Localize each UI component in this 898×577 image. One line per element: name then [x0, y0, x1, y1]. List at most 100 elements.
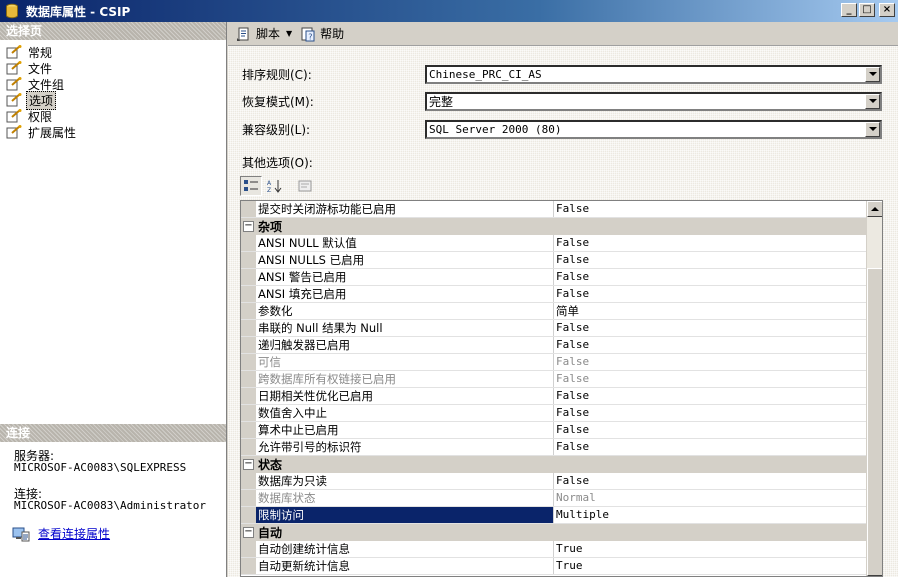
property-row[interactable]: 串联的 Null 结果为 Null False	[241, 320, 882, 337]
property-value: False	[556, 372, 590, 385]
server-value: MICROSOF-AC0083\SQLEXPRESS	[14, 461, 187, 474]
collapse-icon[interactable]: −	[243, 458, 254, 470]
property-name: 自动创建统计信息	[256, 541, 554, 557]
property-value[interactable]: True	[554, 558, 882, 574]
page-item-files[interactable]: 文件	[0, 60, 226, 76]
property-value[interactable]: False	[554, 388, 882, 404]
property-row[interactable]: ANSI NULLS 已启用 False	[241, 252, 882, 269]
connection-section: 连接 服务器: MICROSOF-AC0083\SQLEXPRESS 连接: M…	[0, 424, 226, 577]
svg-text:Z: Z	[267, 187, 271, 193]
compat-row: 兼容级别(L): SQL Server 2000 (80)	[242, 119, 882, 139]
property-name: 参数化	[256, 303, 554, 319]
scrollbar-thumb[interactable]	[867, 268, 882, 576]
chevron-down-icon	[868, 127, 877, 131]
svg-text:A: A	[267, 180, 272, 187]
property-value[interactable]: True	[554, 541, 882, 557]
minimize-button[interactable]: _	[841, 3, 857, 17]
property-pages-icon	[298, 180, 312, 192]
property-row[interactable]: ANSI 填充已启用 False	[241, 286, 882, 303]
compat-combo[interactable]: SQL Server 2000 (80)	[425, 119, 882, 139]
property-value[interactable]: False	[554, 235, 882, 251]
title-bar[interactable]: 数据库属性 - CSIP _ □ ×	[0, 0, 898, 22]
collation-label: 排序规则(C):	[242, 67, 312, 82]
page-icon	[6, 125, 22, 139]
script-label: 脚本	[256, 27, 281, 41]
categorized-button[interactable]	[240, 176, 262, 196]
recovery-row: 恢复模式(M): 完整	[242, 91, 882, 111]
window-title: 数据库属性 - CSIP	[26, 4, 131, 19]
property-row[interactable]: 数据库为只读 False	[241, 473, 882, 490]
options-property-grid: 提交时关闭游标功能已启用 False − 杂项 ANSI NULL 默认值 Fal…	[240, 200, 883, 577]
chevron-down-icon[interactable]: ▼	[286, 29, 292, 38]
property-value[interactable]: False	[554, 473, 882, 489]
category-auto[interactable]: − 自动	[241, 524, 882, 541]
property-value[interactable]: False	[554, 337, 882, 353]
recovery-value: 完整	[429, 94, 454, 109]
collapse-icon[interactable]: −	[243, 220, 254, 232]
alphabetical-button[interactable]: A Z	[264, 176, 286, 196]
property-value-dropdown[interactable]: Multiple	[554, 507, 882, 523]
property-row[interactable]: 自动更新统计信息 True	[241, 558, 882, 575]
property-value[interactable]: False	[554, 252, 882, 268]
help-icon: ?	[301, 27, 315, 41]
property-row[interactable]: 递归触发器已启用 False	[241, 337, 882, 354]
connection-link-label[interactable]: 查看连接属性	[38, 528, 110, 540]
page-item-options[interactable]: 选项	[0, 90, 226, 110]
maximize-button[interactable]: □	[859, 3, 875, 17]
close-button[interactable]: ×	[879, 3, 895, 17]
property-value[interactable]: False	[554, 405, 882, 421]
collation-dropdown-button[interactable]	[865, 66, 880, 82]
collation-row: 排序规则(C): Chinese_PRC_CI_AS	[242, 64, 882, 84]
property-row[interactable]: ANSI NULL 默认值 False	[241, 235, 882, 252]
property-value: Normal	[556, 491, 596, 504]
property-value[interactable]: False	[554, 439, 882, 455]
property-row-selected[interactable]: 限制访问 Multiple	[241, 507, 882, 524]
page-icon	[6, 61, 22, 75]
collapse-icon[interactable]: −	[243, 526, 254, 538]
property-row[interactable]: 日期相关性优化已启用 False	[241, 388, 882, 405]
help-button[interactable]: ? 帮助	[296, 24, 348, 44]
recovery-combo[interactable]: 完整	[425, 91, 882, 111]
category-label: 自动	[258, 525, 283, 540]
property-row[interactable]: 允许带引号的标识符 False	[241, 439, 882, 456]
property-name: 算术中止已启用	[256, 422, 554, 438]
page-item-general[interactable]: 常规	[0, 44, 226, 60]
connection-properties-icon	[12, 527, 30, 542]
property-value[interactable]: False	[554, 201, 882, 217]
vertical-scrollbar[interactable]	[866, 201, 882, 576]
database-icon	[6, 3, 18, 19]
property-row[interactable]: 算术中止已启用 False	[241, 422, 882, 439]
categorized-icon	[244, 180, 258, 191]
page-item-label: 权限	[28, 109, 53, 124]
property-row[interactable]: ANSI 警告已启用 False	[241, 269, 882, 286]
property-value[interactable]: 简单	[554, 303, 882, 319]
property-value[interactable]: False	[554, 320, 882, 336]
view-connection-properties-link[interactable]: 查看连接属性	[12, 526, 226, 542]
page-icon	[6, 77, 22, 91]
property-name: 数值舍入中止	[256, 405, 554, 421]
property-row[interactable]: 自动创建统计信息 True	[241, 541, 882, 558]
recovery-dropdown-button[interactable]	[865, 93, 880, 109]
page-item-extended-properties[interactable]: 扩展属性	[0, 124, 226, 140]
page-item-permissions[interactable]: 权限	[0, 108, 226, 124]
script-button[interactable]: 脚本 ▼	[232, 24, 296, 44]
property-value[interactable]: False	[554, 286, 882, 302]
category-state[interactable]: − 状态	[241, 456, 882, 473]
property-row[interactable]: 数值舍入中止 False	[241, 405, 882, 422]
scroll-up-button[interactable]	[867, 201, 882, 217]
property-row[interactable]: 参数化 简单	[241, 303, 882, 320]
property-row[interactable]: 提交时关闭游标功能已启用 False	[241, 201, 882, 218]
compat-label: 兼容级别(L):	[242, 122, 311, 137]
property-grid-toolbar: A Z	[240, 176, 316, 196]
property-name: ANSI NULL 默认值	[256, 235, 554, 251]
property-value[interactable]: False	[554, 422, 882, 438]
collation-combo[interactable]: Chinese_PRC_CI_AS	[425, 64, 882, 84]
page-item-label: 扩展属性	[28, 125, 77, 140]
other-options-label: 其他选项(O):	[242, 156, 313, 170]
property-pages-button[interactable]	[294, 176, 316, 196]
toolbar: 脚本 ▼ ? 帮助	[228, 22, 898, 46]
property-value[interactable]: False	[554, 269, 882, 285]
help-label: 帮助	[320, 27, 345, 41]
compat-dropdown-button[interactable]	[865, 121, 880, 137]
category-misc[interactable]: − 杂项	[241, 218, 882, 235]
